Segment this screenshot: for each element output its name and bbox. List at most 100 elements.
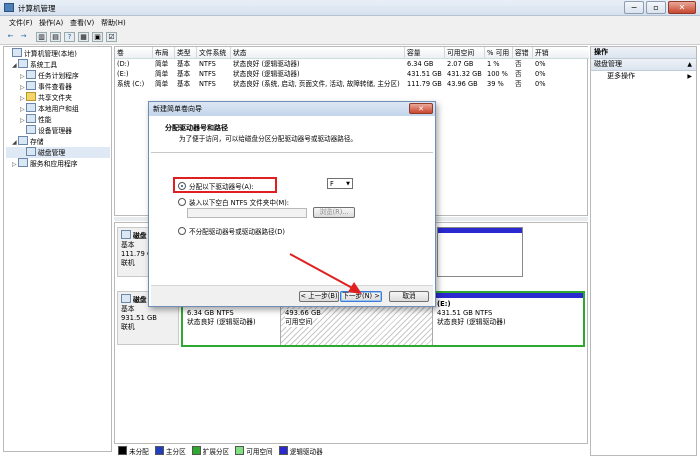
back-arrow-icon[interactable]: ← <box>5 32 16 42</box>
cell-capacity: 431.51 GB <box>407 70 442 78</box>
check-icon[interactable]: ☑ <box>106 32 117 42</box>
restore-button[interactable]: ▫ <box>646 1 666 14</box>
chevron-down-icon: ▼ <box>346 181 350 187</box>
close-button[interactable]: ✕ <box>668 1 696 14</box>
menu-action[interactable]: 操作(A) <box>36 17 66 29</box>
partition-e-size: 431.51 GB NTFS <box>437 309 493 317</box>
clock-icon <box>26 70 36 79</box>
no-drive-letter-option[interactable]: 不分配驱动器号或驱动器路径(D) <box>178 226 285 236</box>
partition-e-status: 状态良好 (逻辑驱动器) <box>437 318 506 326</box>
cell-percent-free: 100 % <box>487 70 508 78</box>
column-layout[interactable]: 布局 <box>153 47 175 59</box>
performance-icon <box>26 114 36 123</box>
cell-capacity: 6.34 GB <box>407 60 434 68</box>
window-title: 计算机管理 <box>18 4 56 13</box>
cell-filesystem: NTFS <box>199 80 216 88</box>
cell-type: 基本 <box>177 80 191 88</box>
menu-view[interactable]: 查看(V) <box>67 17 97 29</box>
tree-item-event-viewer[interactable]: ▷ 事件查看器 <box>6 81 110 92</box>
tree-item-computer-management[interactable]: 计算机管理(本地) <box>6 48 110 59</box>
tree-item-device-manager[interactable]: 设备管理器 <box>6 125 110 136</box>
cell-fault-tolerance: 否 <box>515 80 522 88</box>
dialog-heading: 分配驱动器号和路径 <box>165 124 228 132</box>
column-free-space[interactable]: 可用空间 <box>445 47 485 59</box>
menu-help[interactable]: 帮助(H) <box>98 17 129 29</box>
cell-capacity: 111.79 GB <box>407 80 442 88</box>
legend-extended: 扩展分区 <box>202 448 230 456</box>
cell-filesystem: NTFS <box>199 60 216 68</box>
legend-logical: 逻辑驱动器 <box>289 448 323 456</box>
assign-drive-letter-option[interactable]: 分配以下驱动器号(A): <box>178 181 254 191</box>
no-drive-letter-label: 不分配驱动器号或驱动器路径(D) <box>189 228 285 236</box>
partition-d-size: 6.34 GB NTFS <box>187 309 234 317</box>
disk-icon <box>121 294 131 303</box>
cancel-button[interactable]: 取消 <box>389 291 429 302</box>
column-capacity[interactable]: 容量 <box>405 47 445 59</box>
mount-folder-option[interactable]: 装入以下空白 NTFS 文件夹中(M): <box>178 197 289 207</box>
list-view-icon[interactable]: ▦ <box>78 32 89 42</box>
legend-swatch-free <box>235 446 245 455</box>
help-icon[interactable]: ? <box>64 32 75 42</box>
cell-filesystem: NTFS <box>199 70 216 78</box>
cell-overhead: 0% <box>535 80 546 88</box>
dialog-close-button[interactable]: ✕ <box>409 103 433 114</box>
column-filesystem[interactable]: 文件系统 <box>197 47 231 59</box>
column-fault-tolerance[interactable]: 容错 <box>513 47 533 59</box>
cell-volume: (E:) <box>117 70 129 78</box>
table-row[interactable]: 系统 (C:) 简单 基本 NTFS 状态良好 (系统, 启动, 页面文件, 活… <box>115 80 589 89</box>
dialog-title-bar: 新建简单卷向导 ✕ <box>149 102 435 116</box>
cell-free-space: 2.07 GB <box>447 60 474 68</box>
cell-status: 状态良好 (逻辑驱动器) <box>233 60 300 68</box>
folder-path-input[interactable] <box>187 208 307 218</box>
column-type[interactable]: 类型 <box>175 47 197 59</box>
tree-item-local-users[interactable]: ▷ 本地用户和组 <box>6 103 110 114</box>
cell-fault-tolerance: 否 <box>515 70 522 78</box>
show-tree-icon[interactable]: ▥ <box>36 32 47 42</box>
tree-item-disk-management[interactable]: 磁盘管理 <box>6 147 110 158</box>
assign-drive-letter-label: 分配以下驱动器号(A): <box>189 183 254 191</box>
column-status[interactable]: 状态 <box>231 47 405 59</box>
minimize-button[interactable]: − <box>624 1 644 14</box>
annotation-arrow-icon <box>289 253 362 294</box>
column-overhead[interactable]: 开销 <box>533 47 589 59</box>
collapse-icon[interactable]: ▲ <box>687 59 692 70</box>
partition-color-bar <box>433 293 583 298</box>
forward-arrow-icon[interactable]: → <box>18 32 29 42</box>
cell-free-space: 431.32 GB <box>447 70 482 78</box>
more-actions-item[interactable]: 更多操作 ▶ <box>591 71 696 82</box>
table-row[interactable]: (E:) 简单 基本 NTFS 状态良好 (逻辑驱动器) 431.51 GB 4… <box>115 70 589 79</box>
disk-view-icon[interactable]: ▣ <box>92 32 103 42</box>
cell-overhead: 0% <box>535 70 546 78</box>
storage-icon <box>18 136 28 145</box>
browse-button[interactable]: 浏览(R)... <box>313 207 355 218</box>
tree-item-shared-folders[interactable]: ▷ 共享文件夹 <box>6 92 110 103</box>
title-bar: 计算机管理 − ▫ ✕ <box>0 0 700 16</box>
drive-letter-select[interactable]: F ▼ <box>327 178 353 189</box>
legend-free: 可用空间 <box>246 448 273 456</box>
column-percent-free[interactable]: % 可用 <box>485 47 513 59</box>
menu-file[interactable]: 文件(F) <box>6 17 36 29</box>
tree-item-performance[interactable]: ▷ 性能 <box>6 114 110 125</box>
tree-item-task-scheduler[interactable]: ▷ 任务计划程序 <box>6 70 110 81</box>
free-space-status: 可用空间 <box>285 318 313 327</box>
actions-section-disk-management[interactable]: 磁盘管理 ▲ <box>591 59 696 71</box>
properties-icon[interactable]: ▤ <box>50 32 61 42</box>
drive-letter-value: F <box>330 180 334 188</box>
dialog-subheading: 为了便于访问，可以给磁盘分区分配驱动器号或驱动器路径。 <box>179 135 358 143</box>
partition-e[interactable]: (E:) 431.51 GB NTFS 状态良好 (逻辑驱动器) <box>433 293 583 345</box>
tree-item-system-tools[interactable]: ◢ 系统工具 <box>6 59 110 70</box>
cell-fault-tolerance: 否 <box>515 60 522 68</box>
disk-1-size: 931.51 GB <box>121 314 157 322</box>
tree-item-services-apps[interactable]: ▷ 服务和应用程序 <box>6 158 110 169</box>
folder-icon <box>26 92 36 101</box>
legend-swatch-logical <box>278 446 288 455</box>
computer-icon <box>12 48 22 57</box>
tree-item-storage[interactable]: ◢ 存储 <box>6 136 110 147</box>
column-volume[interactable]: 卷 <box>115 47 153 59</box>
cell-layout: 简单 <box>155 60 169 68</box>
legend-swatch-extended <box>191 446 201 455</box>
table-row[interactable]: (D:) 简单 基本 NTFS 状态良好 (逻辑驱动器) 6.34 GB 2.0… <box>115 60 589 69</box>
free-space-size: 493.66 GB <box>285 309 321 318</box>
cell-layout: 简单 <box>155 80 169 88</box>
disk-0-partition-bar[interactable] <box>437 227 523 277</box>
